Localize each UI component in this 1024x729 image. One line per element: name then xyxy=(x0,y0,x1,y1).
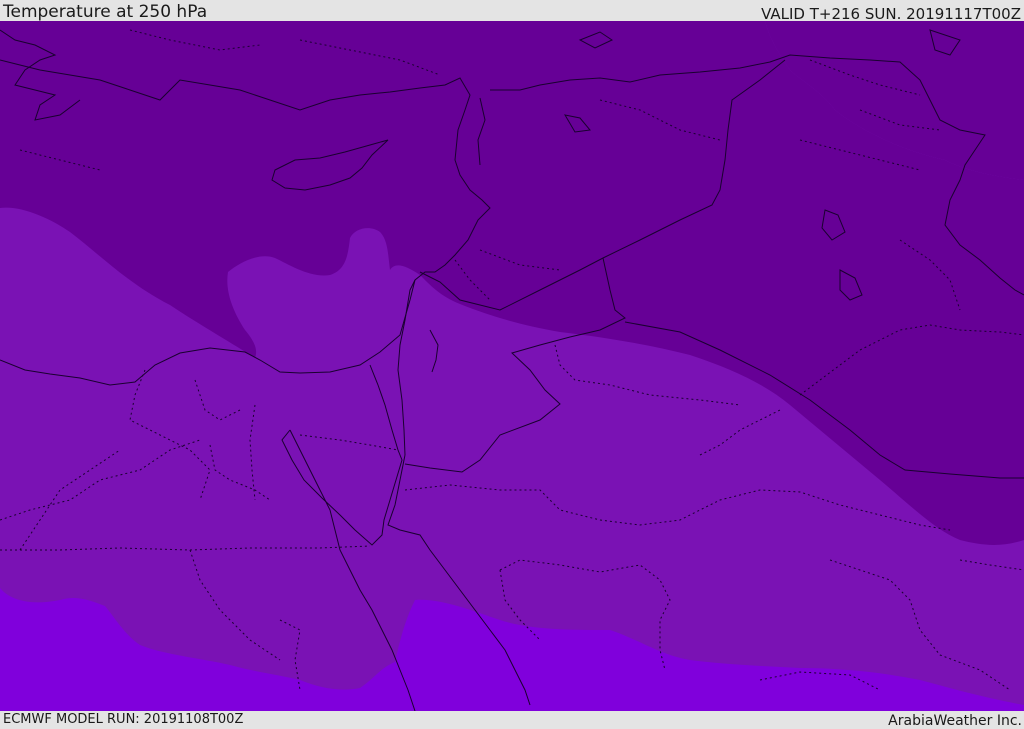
map-header-bar: Temperature at 250 hPa VALID T+216 SUN. … xyxy=(0,0,1024,23)
map-footer-bar: ECMWF MODEL RUN: 20191108T00Z ArabiaWeat… xyxy=(0,711,1024,729)
map-title: Temperature at 250 hPa xyxy=(3,2,208,22)
model-run-label: ECMWF MODEL RUN: 20191108T00Z xyxy=(3,712,244,727)
temperature-map xyxy=(0,21,1024,711)
valid-time-label: VALID T+216 SUN. 20191117T00Z xyxy=(761,5,1021,23)
credit-label: ArabiaWeather Inc. xyxy=(888,713,1022,729)
